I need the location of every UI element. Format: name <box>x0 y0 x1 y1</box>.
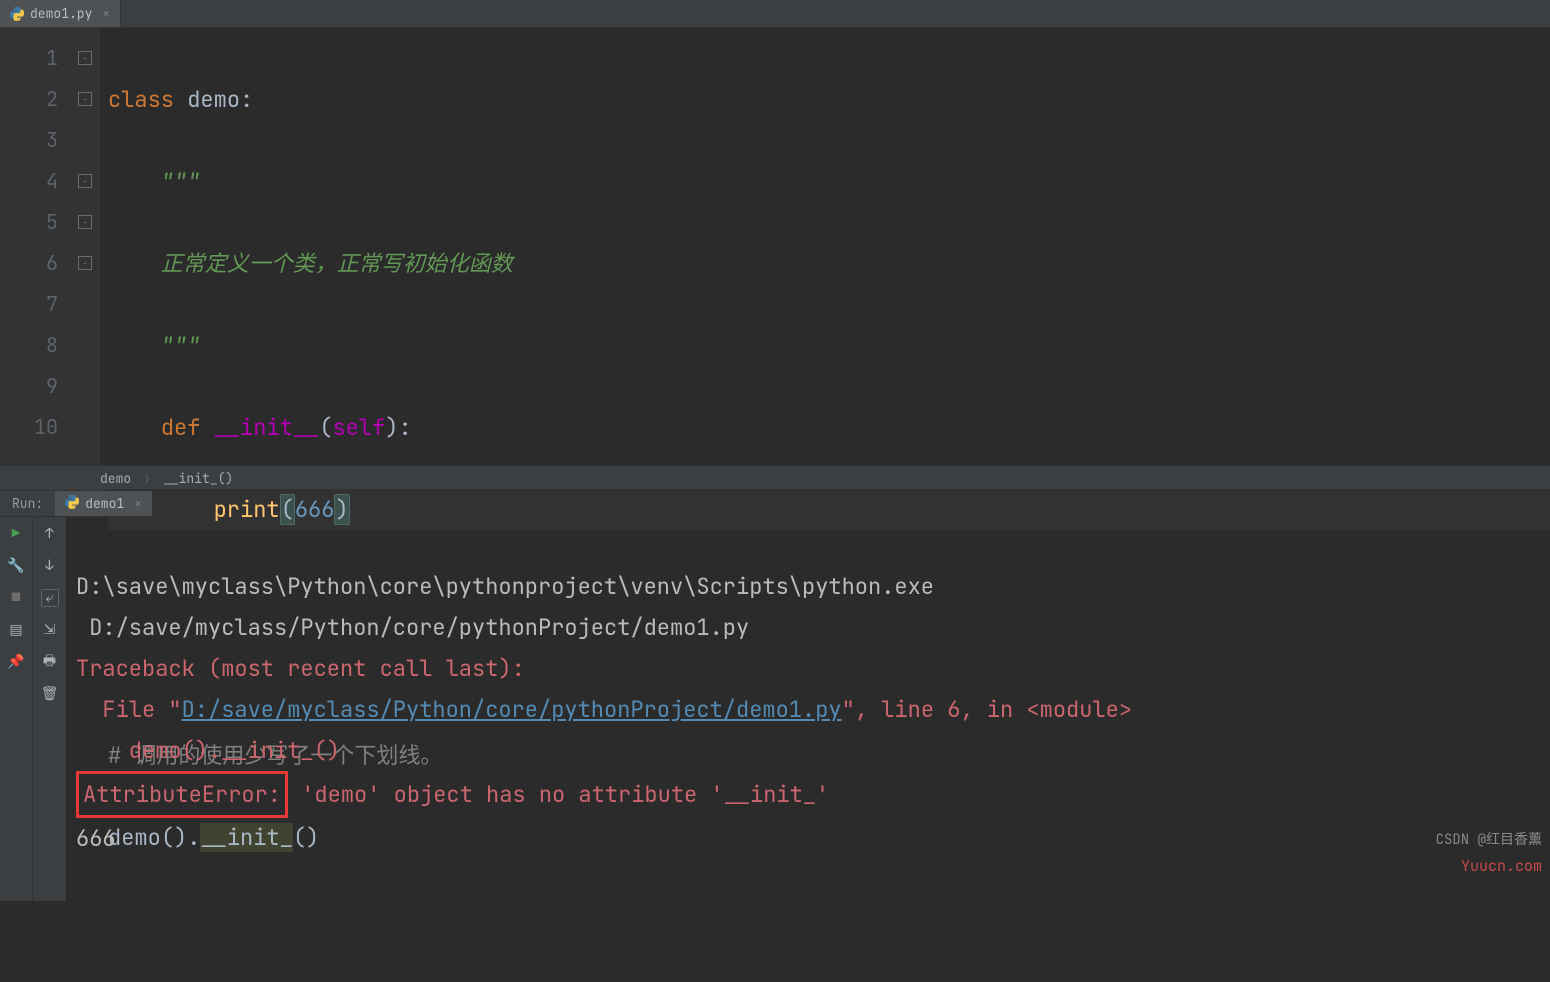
wrap-icon[interactable]: ⤶ <box>41 589 59 607</box>
run-tab-label: demo1 <box>85 495 124 512</box>
docstring: """ <box>108 167 200 196</box>
down-arrow-icon[interactable]: ↓ <box>41 557 59 575</box>
traceback-code: demo().__init_() <box>76 736 340 765</box>
line-number: 6 <box>0 243 58 284</box>
file-tab[interactable]: demo1.py × <box>0 0 121 27</box>
keyword: def <box>161 413 201 442</box>
run-tab[interactable]: demo1 × <box>55 491 152 516</box>
class-name: demo <box>187 85 240 114</box>
python-icon <box>10 7 24 21</box>
console-output[interactable]: D:\save\myclass\Python\core\pythonprojec… <box>66 517 1550 901</box>
run-toolbar-right: ↑ ↓ ⤶ ⇲ 🖶 🗑 <box>32 517 66 901</box>
watermark-site: Yuucn.com <box>1461 846 1542 887</box>
fold-icon[interactable]: − <box>78 51 92 65</box>
traceback-header: Traceback (most recent call last): <box>76 654 525 683</box>
trash-icon[interactable]: 🗑 <box>41 685 59 703</box>
breadcrumb-item[interactable]: __init_() <box>163 470 233 487</box>
line-number: 2 <box>0 79 58 120</box>
fold-icon[interactable]: − <box>78 256 92 270</box>
close-icon[interactable]: × <box>98 5 110 22</box>
line-number: 5 <box>0 202 58 243</box>
scroll-icon[interactable]: ⇲ <box>41 621 59 639</box>
play-icon[interactable]: ▶ <box>7 525 25 543</box>
fold-column: − − − − − <box>70 28 100 465</box>
python-icon <box>65 495 79 513</box>
line-number: 8 <box>0 325 58 366</box>
code-editor[interactable]: 1 2 3 4 5 6 7 8 9 10 − − − − − class dem… <box>0 28 1550 465</box>
close-icon[interactable]: × <box>130 495 142 512</box>
line-number: 3 <box>0 120 58 161</box>
code-area[interactable]: class demo: """ 正常定义一个类，正常写初始化函数 """ def… <box>100 28 1550 465</box>
keyword: class <box>108 85 174 114</box>
line-number: 10 <box>0 407 58 448</box>
wrench-icon[interactable]: 🔧 <box>7 557 25 575</box>
param: self <box>332 413 385 442</box>
stop-icon[interactable]: ■ <box>7 589 25 607</box>
pin-icon[interactable]: 📌 <box>7 653 25 671</box>
method-name: __init__ <box>214 413 320 442</box>
line-number: 4 <box>0 161 58 202</box>
line-gutter: 1 2 3 4 5 6 7 8 9 10 <box>0 28 70 465</box>
layout-icon[interactable]: ▤ <box>7 621 25 639</box>
print-icon[interactable]: 🖶 <box>41 653 59 671</box>
line-number: 7 <box>0 284 58 325</box>
fold-icon[interactable]: − <box>78 215 92 229</box>
console-line: D:/save/myclass/Python/core/pythonProjec… <box>76 613 749 642</box>
run-panel: ▶ 🔧 ■ ▤ 📌 ↑ ↓ ⤶ ⇲ 🖶 🗑 D:\save\myclass\Py… <box>0 517 1550 901</box>
line-number: 9 <box>0 366 58 407</box>
run-toolbar-left: ▶ 🔧 ■ ▤ 📌 <box>0 517 32 901</box>
chevron-right-icon: › <box>143 470 151 487</box>
up-arrow-icon[interactable]: ↑ <box>41 525 59 543</box>
console-line: D:\save\myclass\Python\core\pythonprojec… <box>76 572 934 601</box>
stdout-line: 666 <box>76 824 116 853</box>
error-line: AttributeError: 'demo' object has no att… <box>76 780 829 809</box>
editor-tab-bar: demo1.py × <box>0 0 1550 28</box>
breadcrumb-item[interactable]: demo <box>100 470 131 487</box>
fold-icon[interactable]: − <box>78 92 92 106</box>
fold-icon[interactable]: − <box>78 174 92 188</box>
docstring: """ <box>108 331 200 360</box>
error-name: AttributeError: <box>76 771 288 818</box>
file-link[interactable]: D:/save/myclass/Python/core/pythonProjec… <box>182 695 842 724</box>
traceback-file: File "D:/save/myclass/Python/core/python… <box>76 695 1132 724</box>
error-message: 'demo' object has no attribute '__init_' <box>288 780 829 809</box>
file-tab-label: demo1.py <box>30 5 92 22</box>
line-number: 1 <box>0 38 58 79</box>
run-label: Run: <box>0 495 55 512</box>
docstring: 正常定义一个类，正常写初始化函数 <box>108 249 513 278</box>
